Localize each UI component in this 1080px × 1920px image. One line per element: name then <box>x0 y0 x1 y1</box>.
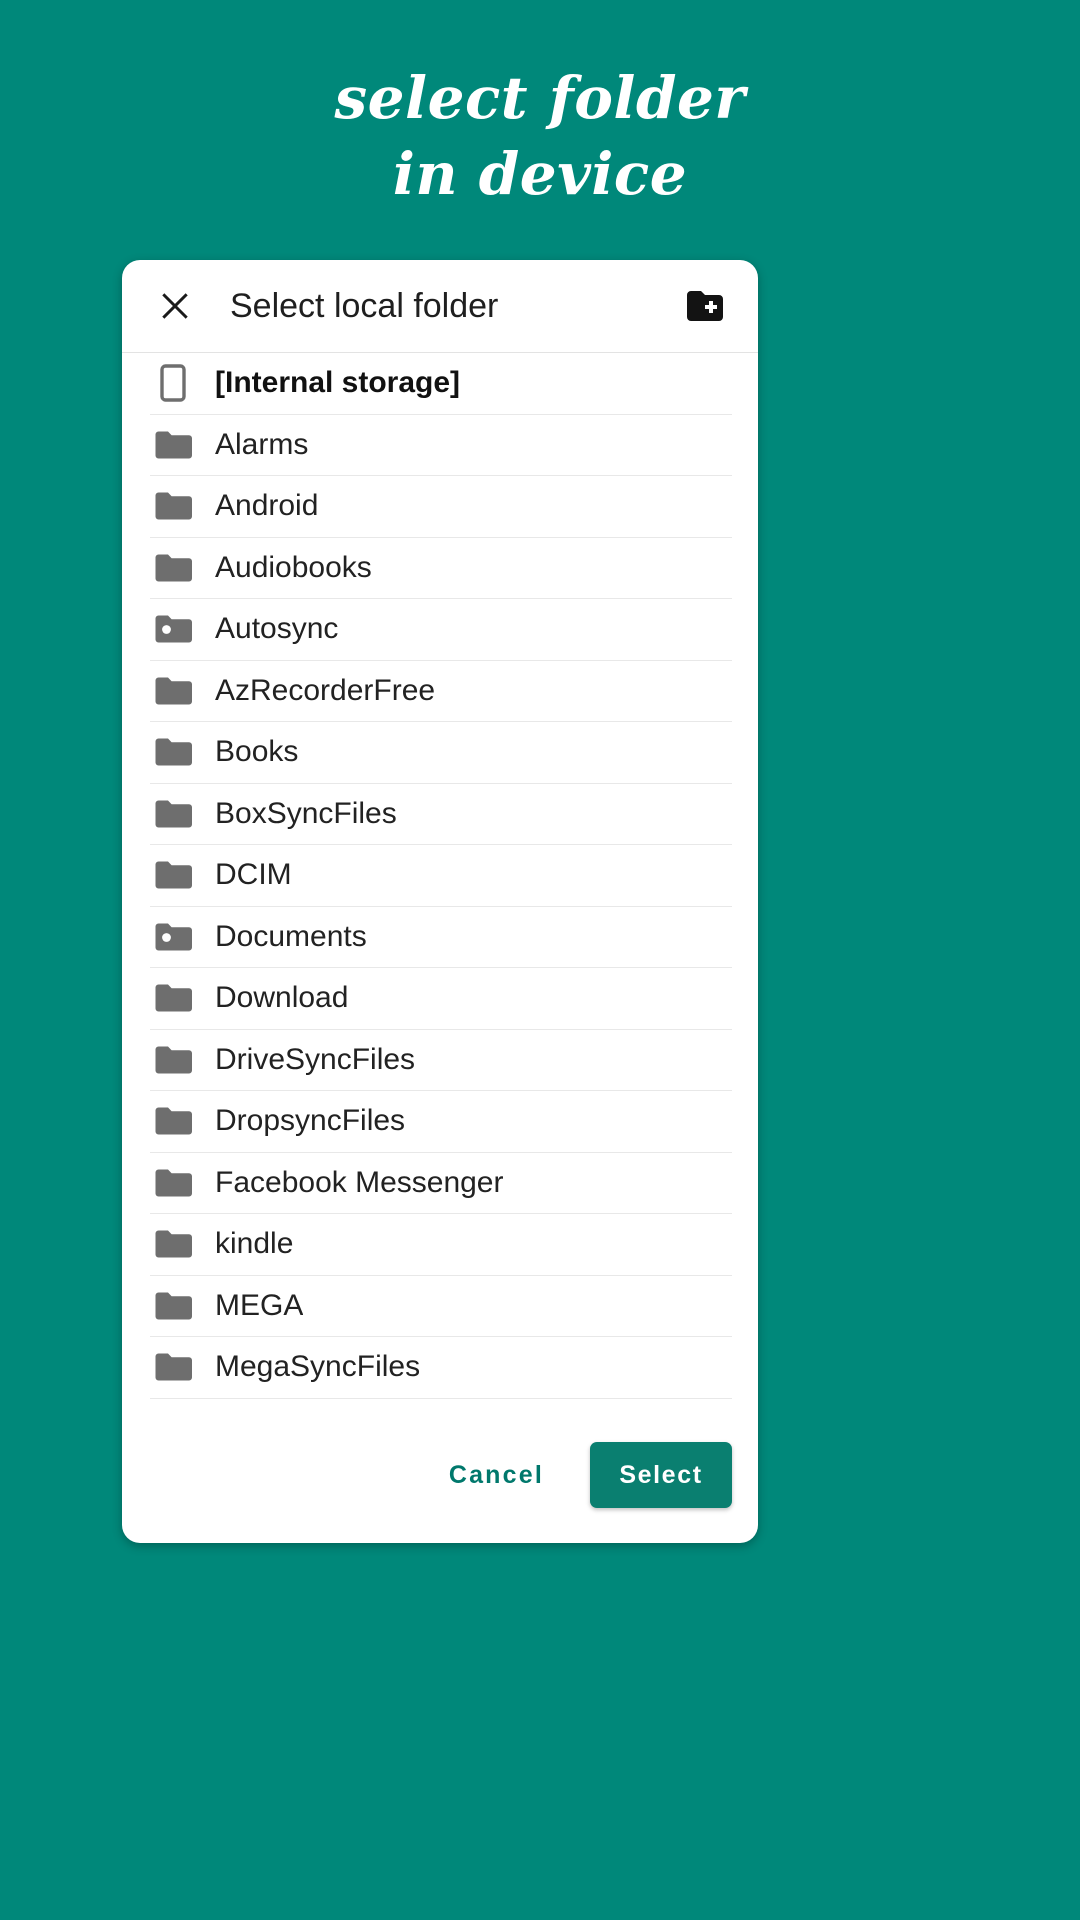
list-item-audiobooks[interactable]: Audiobooks <box>150 538 732 599</box>
list-item-label: Documents <box>215 919 367 953</box>
list-item-label: BoxSyncFiles <box>215 796 397 830</box>
folder-icon <box>150 1291 196 1321</box>
promo-headline: select folder in device <box>0 60 1080 212</box>
dialog-title: Select local folder <box>230 286 499 325</box>
list-item-label: kindle <box>215 1227 294 1261</box>
folder-with-dot-icon <box>150 614 196 644</box>
select-local-folder-dialog: Select local folder [Internal storage] A… <box>122 260 758 1543</box>
create-new-folder-button[interactable] <box>680 280 732 332</box>
folder-icon <box>150 860 196 890</box>
list-item-megasyncfiles[interactable]: MegaSyncFiles <box>150 1337 732 1399</box>
promo-line-1: select folder <box>334 64 746 132</box>
list-item-drivesyncfiles[interactable]: DriveSyncFiles <box>150 1030 732 1091</box>
list-item-label: MEGA <box>215 1288 304 1322</box>
folder-icon <box>150 983 196 1013</box>
dialog-header: Select local folder <box>122 260 758 353</box>
list-item-label: AzRecorderFree <box>215 673 436 707</box>
folder-icon <box>150 1229 196 1259</box>
list-item-label: Audiobooks <box>215 550 372 584</box>
list-item-azrecorderfree[interactable]: AzRecorderFree <box>150 661 732 722</box>
list-item-label: Books <box>215 735 299 769</box>
list-item-kindle[interactable]: kindle <box>150 1214 732 1276</box>
folder-icon <box>150 1045 196 1075</box>
promo-line-2: in device <box>392 140 688 208</box>
list-item-dcim[interactable]: DCIM <box>150 845 732 907</box>
list-item-label: [Internal storage] <box>215 366 461 400</box>
list-item-label: MegaSyncFiles <box>215 1350 421 1384</box>
folder-list[interactable]: [Internal storage] Alarms Android Audiob… <box>122 353 758 1421</box>
list-item-label: Facebook Messenger <box>215 1165 504 1199</box>
folder-icon <box>150 1168 196 1198</box>
folder-icon <box>150 430 196 460</box>
list-item-facebook-messenger[interactable]: Facebook Messenger <box>150 1153 732 1214</box>
close-icon <box>158 289 192 323</box>
list-item-boxsyncfiles[interactable]: BoxSyncFiles <box>150 784 732 845</box>
folder-with-dot-icon <box>150 922 196 952</box>
list-item-mega[interactable]: MEGA <box>150 1276 732 1337</box>
dialog-footer: Cancel Select <box>122 1421 758 1543</box>
folder-icon <box>150 491 196 521</box>
list-item-dropsyncfiles[interactable]: DropsyncFiles <box>150 1091 732 1153</box>
folder-icon <box>150 1352 196 1382</box>
list-item-alarms[interactable]: Alarms <box>150 415 732 476</box>
list-item-label: Autosync <box>215 612 339 646</box>
list-item-label: DCIM <box>215 858 292 892</box>
list-item-autosync[interactable]: Autosync <box>150 599 732 661</box>
folder-icon <box>150 1106 196 1136</box>
list-item-download[interactable]: Download <box>150 968 732 1030</box>
list-item-label: Android <box>215 489 319 523</box>
list-item-documents[interactable]: Documents <box>150 907 732 968</box>
cancel-button[interactable]: Cancel <box>431 1447 562 1504</box>
list-item-internal-storage[interactable]: [Internal storage] <box>150 353 732 415</box>
folder-icon <box>150 553 196 583</box>
create-new-folder-icon <box>685 289 727 323</box>
list-item-android[interactable]: Android <box>150 476 732 538</box>
list-item-books[interactable]: Books <box>150 722 732 784</box>
folder-icon <box>150 737 196 767</box>
folder-icon <box>150 676 196 706</box>
list-item-label: Alarms <box>215 427 309 461</box>
list-item-label: DropsyncFiles <box>215 1104 406 1138</box>
list-item-label: Download <box>215 981 349 1015</box>
list-item-label: DriveSyncFiles <box>215 1042 416 1076</box>
folder-icon <box>150 799 196 829</box>
close-button[interactable] <box>152 283 198 329</box>
phone-device-icon <box>150 364 196 402</box>
select-button[interactable]: Select <box>590 1442 732 1508</box>
